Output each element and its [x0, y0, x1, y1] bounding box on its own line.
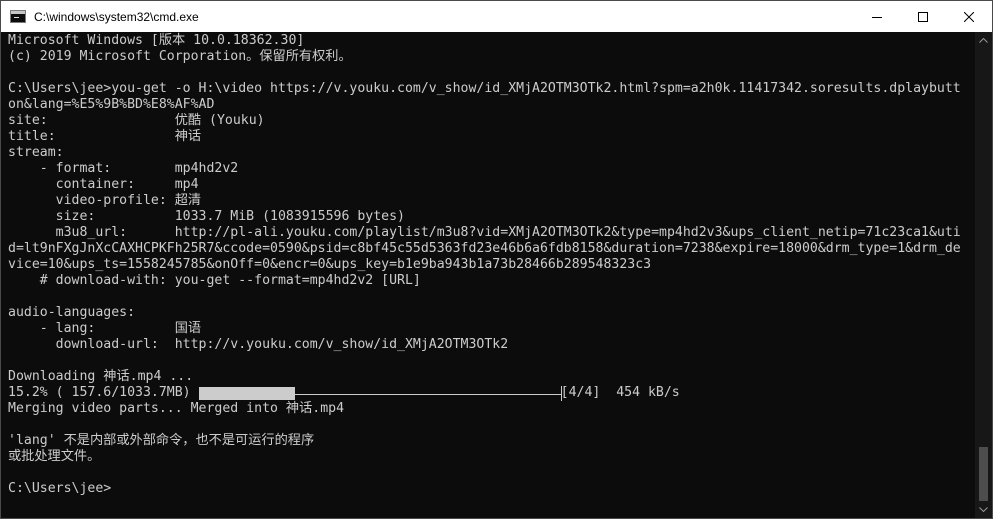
close-button[interactable] [946, 1, 992, 32]
minimize-icon [872, 16, 882, 18]
console-line: site: 优酷 (Youku) [8, 113, 265, 128]
console-line: video-profile: 超清 [8, 193, 202, 208]
scroll-down-button[interactable] [975, 501, 992, 518]
window-controls [854, 1, 992, 32]
console-line: size: 1033.7 MiB (1083915596 bytes) [8, 209, 405, 224]
console-line: (c) 2019 Microsoft Corporation。保留所有权利。 [8, 49, 352, 64]
progress-bar-fill [198, 386, 295, 400]
cmd-window: C:\windows\system32\cmd.exe Microsoft Wi… [0, 0, 993, 519]
console-line: Microsoft Windows [版本 10.0.18362.30] [8, 33, 305, 48]
console-line: on&lang=%E5%9B%BD%E8%AF%AD [8, 97, 215, 112]
console-line: Merging video parts... Merged into 神话.mp… [8, 401, 345, 416]
progress-text: 15.2% ( 157.6/1033.7MB) [8, 385, 191, 400]
maximize-icon [918, 11, 928, 22]
progress-speed: 454 kB/s [616, 385, 680, 400]
console-line: C:\Users\jee> [8, 481, 112, 496]
close-icon [964, 11, 974, 22]
maximize-button[interactable] [900, 1, 946, 32]
console-output[interactable]: Microsoft Windows [版本 10.0.18362.30] (c) … [1, 32, 976, 518]
progress-part: [4/4] [560, 385, 601, 400]
progress-bar [198, 385, 562, 401]
console-line: m3u8_url: http://pl-ali.youku.com/playli… [8, 225, 961, 240]
console-line: container: mp4 [8, 177, 199, 192]
console-line: 或批处理文件。 [8, 449, 101, 464]
scrollbar[interactable] [975, 32, 992, 518]
console-line: 'lang' 不是内部或外部命令，也不是可运行的程序 [8, 433, 315, 448]
console-line: download-url: http://v.youku.com/v_show/… [8, 337, 509, 352]
console-line: title: 神话 [8, 129, 202, 144]
console-line: - format: mp4hd2v2 [8, 161, 239, 176]
title-bar[interactable]: C:\windows\system32\cmd.exe [1, 1, 992, 32]
console-line: d=lt9nFXgJnXcCAXHCPKFh25R7&ccode=0590&ps… [8, 241, 961, 256]
progress-line: 15.2% ( 157.6/1033.7MB) [4/4] 454 kB/s [8, 385, 976, 401]
progress-bar-track [294, 393, 561, 395]
chevron-down-icon [979, 507, 988, 512]
scroll-up-button[interactable] [975, 32, 992, 49]
console-line: audio-languages: [8, 305, 136, 320]
console-line: # download-with: you-get --format=mp4hd2… [8, 273, 421, 288]
progress-bar-end [560, 385, 562, 401]
console-line: vice=10&ups_ts=1558245785&onOff=0&encr=0… [8, 257, 652, 272]
console-line: Downloading 神话.mp4 ... [8, 369, 194, 384]
minimize-button[interactable] [854, 1, 900, 32]
console-line: - lang: 国语 [8, 321, 202, 336]
console-line: stream: [8, 145, 64, 160]
console-line: C:\Users\jee>you-get -o H:\video https:/… [8, 81, 961, 96]
scrollbar-thumb[interactable] [979, 447, 988, 501]
chevron-up-icon [979, 38, 988, 43]
window-title: C:\windows\system32\cmd.exe [34, 9, 199, 24]
cmd-icon[interactable] [10, 10, 26, 23]
